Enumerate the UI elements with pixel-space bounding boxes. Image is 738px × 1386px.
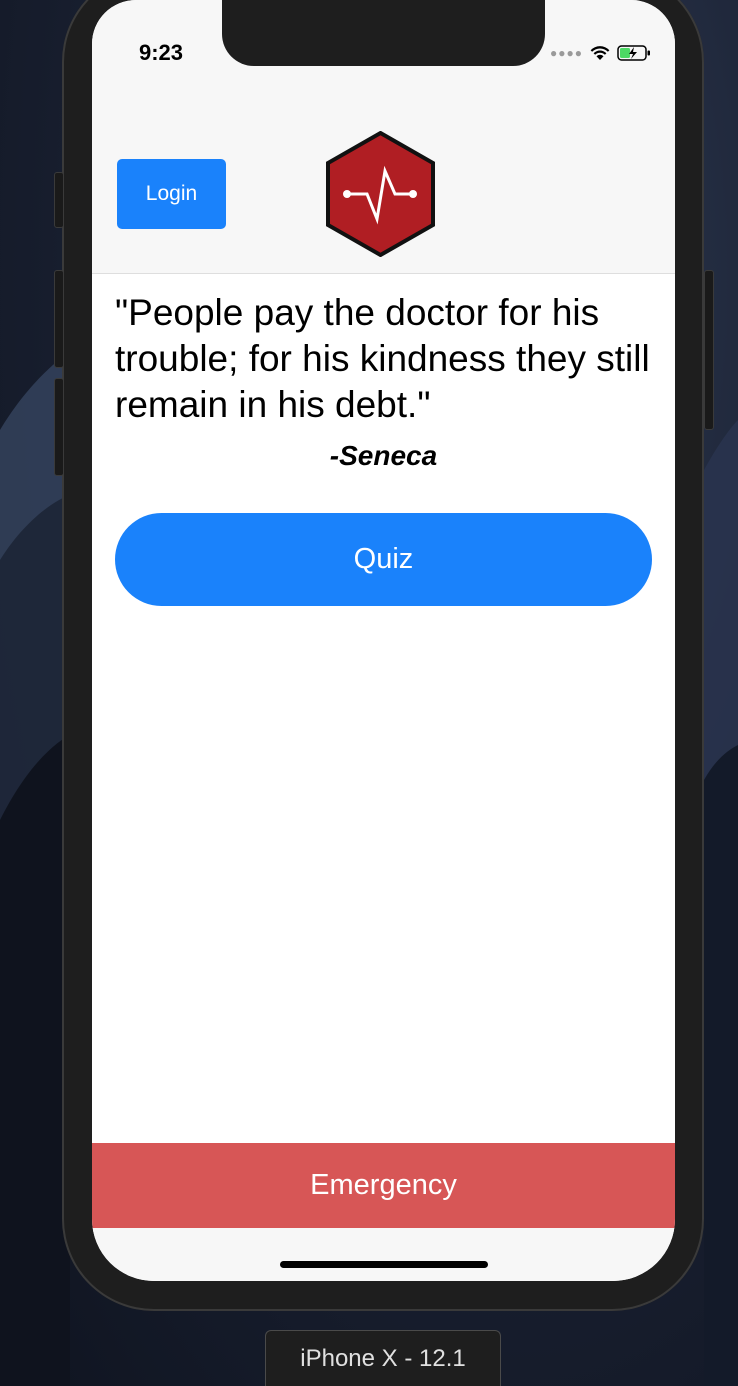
status-icons: ●●●● (550, 44, 651, 62)
volume-up-button (54, 270, 64, 368)
emergency-button[interactable]: Emergency (92, 1143, 675, 1228)
login-button[interactable]: Login (117, 159, 226, 229)
bottom-safe-area (92, 1228, 675, 1281)
simulator-device-label: iPhone X - 12.1 (265, 1330, 501, 1386)
status-time: 9:23 (139, 40, 184, 65)
cellular-signal-icon: ●●●● (550, 46, 583, 60)
home-indicator[interactable] (280, 1261, 488, 1268)
heartbeat-hexagon-logo (326, 131, 435, 257)
volume-down-button (54, 378, 64, 476)
mute-switch (54, 172, 64, 228)
wifi-icon (590, 46, 610, 60)
notch (222, 0, 545, 66)
quote-text: "People pay the doctor for his trouble; … (115, 292, 650, 425)
power-button (704, 270, 714, 430)
quote-author: -Seneca (329, 440, 438, 471)
battery-charging-icon (617, 45, 650, 61)
quiz-button[interactable]: Quiz (115, 513, 652, 606)
app-screen: 9:23 ●●●● Login "People pay the doctor f… (92, 0, 675, 1281)
